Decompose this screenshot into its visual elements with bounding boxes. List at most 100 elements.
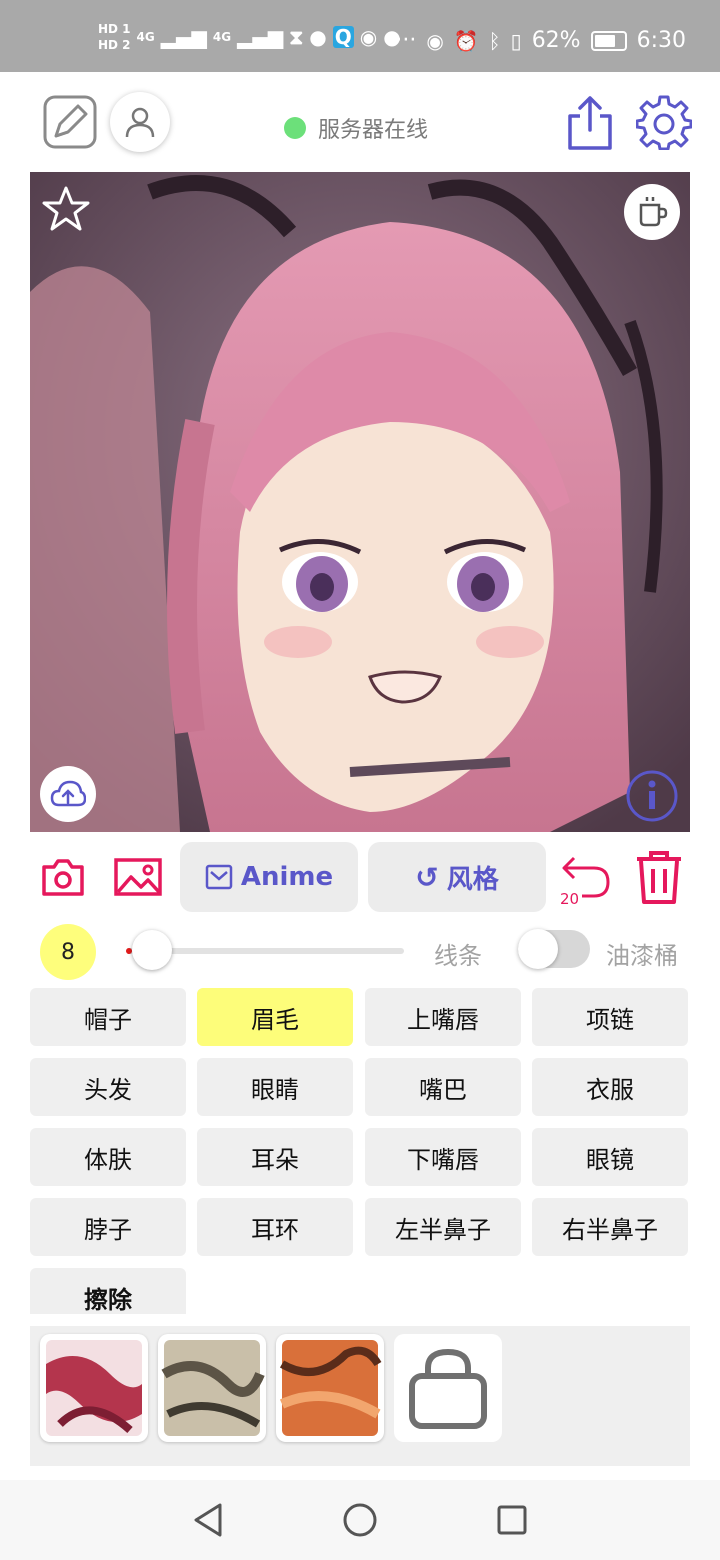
part-chip[interactable]: 眼镜 xyxy=(532,1128,688,1186)
camera-button[interactable] xyxy=(40,852,86,902)
coffee-button[interactable] xyxy=(624,184,680,240)
battery-icon xyxy=(590,30,627,51)
gear-icon xyxy=(636,95,692,150)
part-label: 衣服 xyxy=(586,1075,634,1104)
line-mode-label[interactable]: 线条 xyxy=(434,936,482,971)
erase-chip[interactable]: 擦除 xyxy=(30,1268,186,1314)
part-label: 眉毛 xyxy=(251,1005,299,1034)
vibrate-icon: ▯ xyxy=(510,28,522,53)
bucket-label: 油漆桶 xyxy=(606,942,678,970)
alarm-icon: ⏰ xyxy=(453,28,479,53)
part-chip[interactable]: 项链 xyxy=(532,988,688,1046)
settings-button[interactable] xyxy=(636,94,692,150)
coffee-cup-icon xyxy=(639,197,668,227)
refresh-icon: ↺ xyxy=(415,860,439,894)
part-chip[interactable]: 头发 xyxy=(30,1058,186,1116)
system-nav-bar xyxy=(0,1480,720,1560)
texture-swatch[interactable] xyxy=(158,1334,266,1442)
part-chip[interactable]: 体肤 xyxy=(30,1128,186,1186)
home-button[interactable] xyxy=(338,1498,382,1542)
texture-swatch[interactable] xyxy=(40,1334,148,1442)
part-chip[interactable]: 脖子 xyxy=(30,1198,186,1256)
search-app-icon: Q xyxy=(332,25,354,49)
camera-icon xyxy=(42,859,84,896)
network2-label: 4G xyxy=(212,30,232,44)
part-chip[interactable]: 眼睛 xyxy=(197,1058,353,1116)
eye-icon: ◉ xyxy=(426,28,444,53)
part-chip[interactable]: 帽子 xyxy=(30,988,186,1046)
anime-button[interactable]: Anime xyxy=(180,842,358,912)
sketch-button[interactable] xyxy=(42,94,98,150)
style-button[interactable]: ↺ 风格 xyxy=(368,842,546,912)
upload-button[interactable] xyxy=(40,766,96,822)
hourglass-icon: ⧗ xyxy=(289,25,304,49)
texture-swatch[interactable] xyxy=(276,1334,384,1442)
bucket-toggle[interactable] xyxy=(518,929,590,969)
back-button[interactable] xyxy=(186,1498,230,1542)
part-chip[interactable]: 耳朵 xyxy=(197,1128,353,1186)
part-chip[interactable]: 右半鼻子 xyxy=(532,1198,688,1256)
delete-button[interactable] xyxy=(632,848,686,906)
erase-label: 擦除 xyxy=(84,1286,132,1314)
shop-button[interactable] xyxy=(394,1334,502,1442)
undo-button[interactable]: 20 xyxy=(558,848,614,908)
slider-thumb[interactable] xyxy=(132,930,172,970)
trash-icon xyxy=(637,851,681,904)
server-status-label: 服务器在线 xyxy=(318,118,429,143)
more-notifications-icon: ··· xyxy=(395,28,417,53)
image-icon xyxy=(114,858,162,896)
action-toolbar: Anime ↺ 风格 20 xyxy=(30,842,690,912)
status-left: HD 1 HD 2 4G ▂▄▆ 4G ▂▄▆ ⧗ ● Q ◉ ● xyxy=(98,22,401,52)
sim1-label: HD 1 xyxy=(98,22,131,36)
server-online-dot xyxy=(284,117,306,139)
share-button[interactable] xyxy=(564,94,616,152)
brush-size-value: 8 xyxy=(61,939,75,965)
undo-count: 20 xyxy=(560,890,580,908)
toggle-knob xyxy=(518,929,558,969)
part-chip[interactable]: 衣服 xyxy=(532,1058,688,1116)
part-label: 上嘴唇 xyxy=(407,1005,479,1034)
part-label: 眼镜 xyxy=(586,1145,634,1174)
star-icon xyxy=(42,186,90,231)
part-label: 头发 xyxy=(84,1075,132,1104)
part-chip[interactable]: 左半鼻子 xyxy=(365,1198,521,1256)
sim2-label: HD 2 xyxy=(98,38,131,52)
home-circle-icon xyxy=(343,1503,377,1537)
texture-palette xyxy=(30,1326,690,1466)
drawing-canvas[interactable] xyxy=(30,172,690,832)
part-label: 嘴巴 xyxy=(419,1075,467,1104)
part-label: 右半鼻子 xyxy=(562,1215,658,1244)
part-chip[interactable]: 上嘴唇 xyxy=(365,988,521,1046)
network1-label: 4G xyxy=(136,30,155,44)
recents-button[interactable] xyxy=(490,1498,534,1542)
favorite-button[interactable] xyxy=(40,184,92,234)
part-label: 左半鼻子 xyxy=(395,1215,491,1244)
brush-size-badge: 8 xyxy=(40,924,96,980)
part-chip[interactable]: 耳环 xyxy=(197,1198,353,1256)
clock: 6:30 xyxy=(636,28,686,53)
part-chip[interactable]: 下嘴唇 xyxy=(365,1128,521,1186)
signal-icon-2: ▂▄▆ xyxy=(237,25,284,49)
anime-portrait-image xyxy=(30,172,690,832)
part-chip[interactable]: 嘴巴 xyxy=(365,1058,521,1116)
texture-swatch-image xyxy=(279,1340,382,1436)
part-chip[interactable]: 眉毛 xyxy=(197,988,353,1046)
texture-swatch-image xyxy=(46,1340,142,1436)
user-button[interactable] xyxy=(110,92,170,152)
status-right: ··· ◉ ⏰ ᛒ ▯ 62% 6:30 xyxy=(395,28,686,53)
battery-percent: 62% xyxy=(531,28,581,53)
info-button[interactable] xyxy=(624,768,680,824)
wechat-icon: ◉ xyxy=(359,25,378,49)
part-label: 体肤 xyxy=(84,1145,132,1174)
part-label: 脖子 xyxy=(84,1215,132,1244)
gallery-button[interactable] xyxy=(112,852,164,902)
anime-button-label: Anime xyxy=(240,862,334,892)
part-label: 眼睛 xyxy=(251,1075,299,1104)
info-icon xyxy=(626,770,678,822)
back-triangle-icon xyxy=(194,1503,222,1537)
brush-controls: 8 线条 油漆桶 xyxy=(30,922,690,980)
qq-icon: ● xyxy=(309,25,327,49)
user-icon xyxy=(125,107,155,138)
style-button-label: 风格 xyxy=(446,864,499,895)
recents-square-icon xyxy=(497,1505,527,1535)
